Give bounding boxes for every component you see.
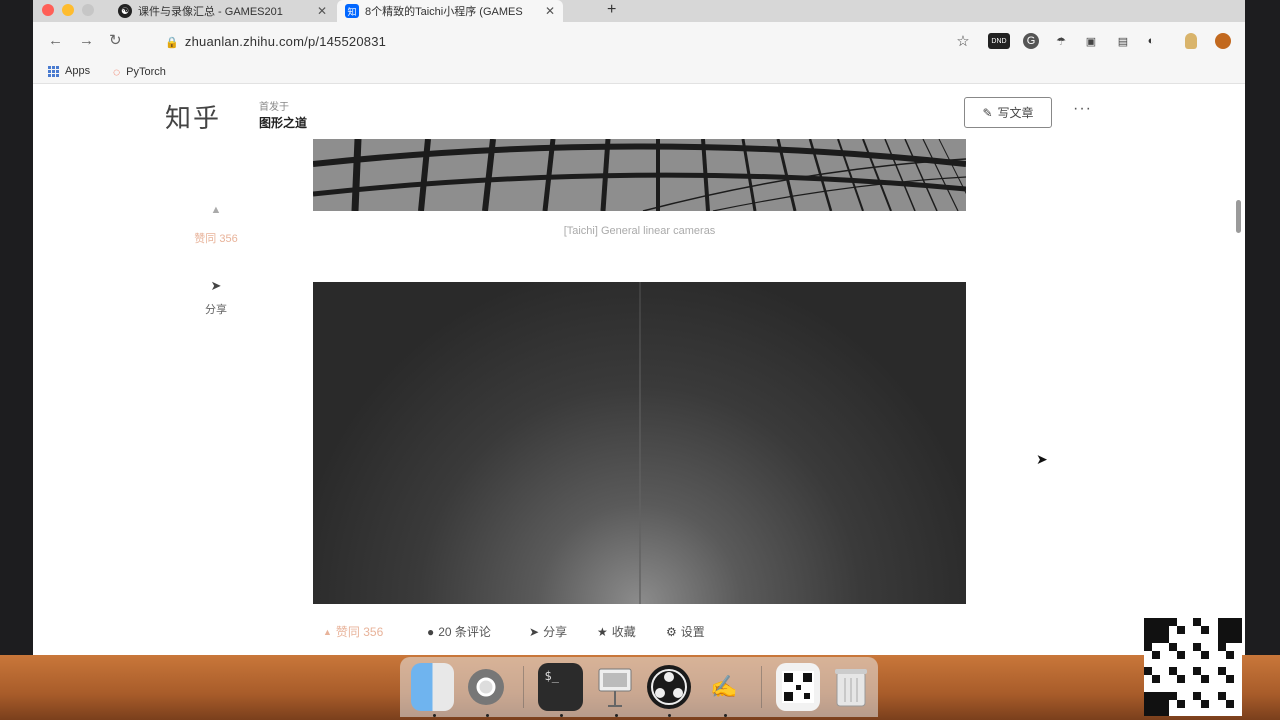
bookmark-label: Apps xyxy=(65,65,91,77)
gear-icon: ⚙ xyxy=(666,624,677,639)
write-article-button[interactable]: ✎ 写文章 xyxy=(964,97,1052,128)
column-label: 首发于 xyxy=(259,102,289,113)
settings-label: 设置 xyxy=(680,625,705,639)
comments-label: 20 条评论 xyxy=(438,625,491,639)
chrome-logo xyxy=(467,669,504,705)
article-image-linear-cameras xyxy=(313,139,966,211)
umbrella-icon[interactable]: ☂ xyxy=(1053,33,1069,49)
terminal-icon[interactable]: $_ xyxy=(538,663,583,717)
web-page: 知乎 首发于 图形之道 ✎ 写文章 ··· ▲ 赞同 356 ➤ 分享 [Tai… xyxy=(33,84,1245,655)
lock-extension-icon[interactable]: ▣ xyxy=(1083,33,1099,49)
sidebar-share-label: 分享 xyxy=(205,304,227,316)
back-button[interactable]: ← xyxy=(48,33,63,48)
minimize-window-button[interactable] xyxy=(62,4,74,16)
page-scrollbar[interactable] xyxy=(1236,200,1241,233)
sidebar-like-label: 赞同 356 xyxy=(194,233,238,245)
sidebar-share-button[interactable]: ➤ 分享 xyxy=(183,278,249,317)
like-button[interactable]: ▲ 赞同 356 xyxy=(323,623,383,640)
star-icon: ★ xyxy=(597,624,608,639)
dock-separator xyxy=(522,666,524,708)
apps-grid-icon xyxy=(48,65,59,77)
macos-dock: $_ ✍ xyxy=(400,657,878,717)
article-image-particles xyxy=(313,282,966,604)
bookmark-apps[interactable]: Apps xyxy=(48,65,90,77)
profile-avatar-icon[interactable] xyxy=(1215,33,1231,49)
bookmark-star-icon[interactable]: ☆ xyxy=(955,33,971,50)
bookmark-label: PyTorch xyxy=(126,66,166,78)
keynote-icon[interactable] xyxy=(593,663,636,717)
trash-can xyxy=(835,669,868,707)
finder-icon[interactable] xyxy=(411,663,455,717)
obs-icon[interactable] xyxy=(646,663,692,717)
bookmark-pytorch[interactable]: ◌ PyTorch xyxy=(113,65,166,79)
reload-button[interactable]: ↻ xyxy=(109,33,122,48)
favorite-button[interactable]: ★ 收藏 xyxy=(597,623,636,640)
share-label: 分享 xyxy=(543,625,568,639)
dock-separator xyxy=(760,666,762,708)
light-ray xyxy=(639,282,641,604)
acrobat-icon[interactable]: ✍ xyxy=(702,663,745,717)
lock-icon: 🔒 xyxy=(165,37,179,49)
write-article-label: 写文章 xyxy=(997,106,1034,120)
column-name-link[interactable]: 图形之道 xyxy=(259,114,307,131)
share-button[interactable]: ➤ 分享 xyxy=(529,623,567,640)
qr-thumbnail xyxy=(782,671,815,703)
tab-taichi-article[interactable]: 知 8个精致的Taichi小程序 (GAMES ✕ xyxy=(337,0,563,22)
zoom-window-button[interactable] xyxy=(82,4,94,16)
puzzle-icon[interactable]: ▤ xyxy=(1115,33,1131,49)
dnd-extension-icon[interactable]: DND xyxy=(988,33,1010,49)
upvote-icon: ▲ xyxy=(210,204,222,216)
obs-logo xyxy=(647,665,692,709)
like-label: 赞同 356 xyxy=(335,625,384,639)
grid-render xyxy=(313,139,966,211)
lightbulb-icon[interactable] xyxy=(1185,33,1197,49)
url-text: zhuanlan.zhihu.com/p/145520831 xyxy=(184,34,387,49)
chrome-icon[interactable] xyxy=(464,663,507,717)
half-circle-icon[interactable]: ◐ xyxy=(1143,33,1159,49)
image-caption: [Taichi] General linear cameras xyxy=(563,225,716,237)
bookmarks-bar: Apps ◌ PyTorch xyxy=(33,60,1245,84)
sidebar-like-button[interactable]: ▲ 赞同 356 xyxy=(183,204,249,246)
tab-games201[interactable]: ☯ 课件与录像汇总 - GAMES201 ✕ xyxy=(110,0,335,22)
pytorch-icon: ◌ xyxy=(113,65,121,79)
article-action-bar: ▲ 赞同 356 ● 20 条评论 ➤ 分享 ★ 收藏 ⚙ 设置 xyxy=(313,620,966,642)
address-bar[interactable]: 🔒 zhuanlan.zhihu.com/p/145520831 xyxy=(165,34,386,49)
edit-icon: ✎ xyxy=(982,105,993,120)
comment-icon: ● xyxy=(427,624,435,639)
settings-button[interactable]: ⚙ 设置 xyxy=(666,623,705,640)
tab-title: 8个精致的Taichi小程序 (GAMES xyxy=(365,6,523,18)
more-options-button[interactable]: ··· xyxy=(1073,100,1092,118)
zhihu-icon: 知 xyxy=(345,4,359,18)
upvote-icon: ▲ xyxy=(323,626,332,637)
zhihu-logo[interactable]: 知乎 xyxy=(165,98,221,135)
close-tab-icon[interactable]: ✕ xyxy=(317,4,327,18)
browser-tab-bar: ☯ 课件与录像汇总 - GAMES201 ✕ 知 8个精致的Taichi小程序 … xyxy=(33,0,1245,22)
new-tab-button[interactable]: + xyxy=(607,0,616,20)
keynote-logo xyxy=(598,668,632,707)
yin-yang-icon: ☯ xyxy=(118,4,132,18)
close-tab-icon[interactable]: ✕ xyxy=(545,4,555,18)
grammarly-icon[interactable]: G xyxy=(1023,33,1039,49)
qr-code xyxy=(1144,618,1242,716)
trash-icon[interactable] xyxy=(830,663,873,711)
close-window-button[interactable] xyxy=(42,4,54,16)
tab-title: 课件与录像汇总 - GAMES201 xyxy=(138,6,283,18)
forward-button[interactable]: → xyxy=(79,33,94,48)
comments-button[interactable]: ● 20 条评论 xyxy=(427,623,491,640)
favorite-label: 收藏 xyxy=(611,625,636,639)
qr-document-icon[interactable] xyxy=(776,663,820,711)
browser-toolbar: ← → ↻ 🔒 zhuanlan.zhihu.com/p/145520831 ☆ … xyxy=(33,22,1245,60)
mouse-cursor-icon: ➤ xyxy=(1036,451,1048,467)
send-icon: ➤ xyxy=(210,278,222,293)
send-icon: ➤ xyxy=(529,624,540,639)
